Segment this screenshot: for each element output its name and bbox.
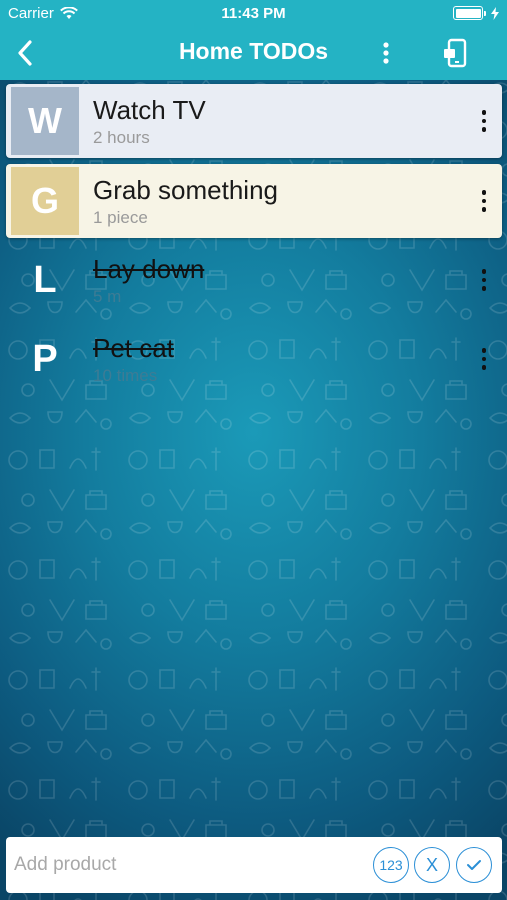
more-vertical-icon bbox=[481, 190, 487, 195]
item-title: Grab something bbox=[93, 175, 278, 205]
item-subtitle: 1 piece bbox=[93, 208, 148, 227]
add-product-bar: 123 X bbox=[6, 837, 502, 893]
item-menu-button[interactable] bbox=[476, 106, 492, 136]
item-menu-button[interactable] bbox=[476, 186, 492, 216]
clear-input-button[interactable]: X bbox=[414, 847, 450, 883]
numeric-quantity-button[interactable]: 123 bbox=[373, 847, 409, 883]
more-vertical-icon bbox=[481, 110, 487, 115]
list-item[interactable]: G Grab something 1 piece bbox=[6, 164, 502, 238]
more-vertical-icon bbox=[481, 348, 487, 353]
status-right bbox=[453, 6, 499, 20]
confirm-add-button[interactable] bbox=[456, 847, 492, 883]
item-menu-button[interactable] bbox=[476, 344, 492, 374]
more-vertical-icon bbox=[383, 42, 389, 64]
item-subtitle: 10 times bbox=[93, 366, 158, 385]
charging-icon bbox=[491, 6, 499, 20]
share-list-button[interactable] bbox=[438, 36, 472, 70]
item-title: Lay down bbox=[93, 254, 205, 284]
item-menu-button[interactable] bbox=[476, 265, 492, 295]
app-screen: Carrier 11:43 PM Home TODOs W Watch TV 2… bbox=[0, 0, 507, 900]
item-title: Watch TV bbox=[93, 95, 206, 125]
list-item[interactable]: W Watch TV 2 hours bbox=[6, 84, 502, 158]
add-product-input[interactable] bbox=[14, 845, 364, 885]
item-subtitle: 2 hours bbox=[93, 128, 150, 147]
more-vertical-icon bbox=[481, 269, 487, 274]
item-badge: P bbox=[32, 337, 58, 380]
nav-bar: Home TODOs bbox=[0, 28, 507, 80]
status-time: 11:43 PM bbox=[221, 5, 286, 22]
item-title: Pet cat bbox=[93, 333, 174, 363]
battery-icon bbox=[453, 6, 486, 20]
item-badge: L bbox=[33, 258, 57, 301]
item-subtitle: 5 m bbox=[93, 287, 122, 306]
list-item[interactable]: P Pet cat 10 times bbox=[6, 322, 502, 396]
item-badge: W bbox=[11, 87, 79, 155]
status-bar: Carrier 11:43 PM bbox=[0, 0, 507, 28]
phone-share-icon bbox=[444, 38, 467, 68]
checkmark-icon bbox=[467, 860, 481, 870]
page-title: Home TODOs bbox=[178, 38, 329, 64]
item-badge: G bbox=[11, 167, 79, 235]
list-item[interactable]: L Lay down 5 m bbox=[6, 243, 502, 317]
more-options-button[interactable] bbox=[374, 38, 398, 68]
